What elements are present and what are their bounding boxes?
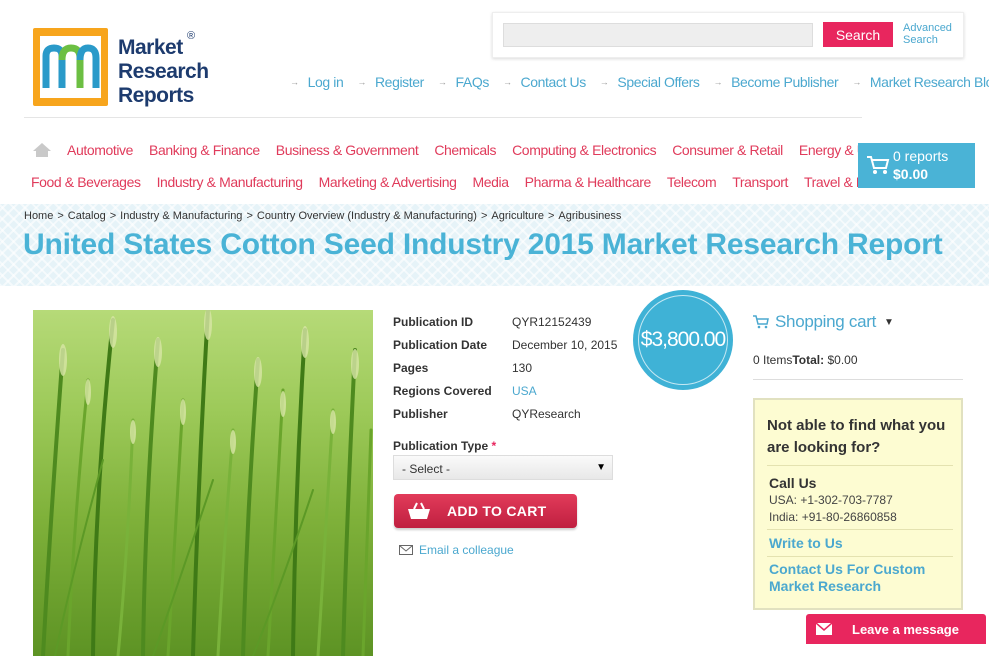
- chevron-right-icon: →: [852, 77, 861, 87]
- site-logo[interactable]: Market Research Reports ®: [33, 28, 213, 108]
- category-business-government[interactable]: Business & Government: [276, 142, 419, 158]
- header-divider: [24, 117, 862, 118]
- shopping-cart-toggle[interactable]: Shopping cart ▼: [753, 312, 894, 332]
- page-title: United States Cotton Seed Industry 2015 …: [23, 228, 943, 261]
- breadcrumb-catalog[interactable]: Catalog: [68, 210, 106, 222]
- mail-icon: [816, 623, 832, 635]
- cart-count: 0 reports: [893, 148, 949, 164]
- search-button[interactable]: Search: [823, 22, 893, 47]
- caret-down-icon: ▼: [596, 462, 606, 473]
- custom-research-link[interactable]: Contact Us For Custom Market Research: [769, 561, 954, 595]
- call-us-heading: Call Us: [769, 475, 817, 491]
- advanced-search-link[interactable]: Advanced Search: [903, 22, 963, 46]
- publication-type-label: Publication Type *: [393, 439, 497, 453]
- category-food-beverages[interactable]: Food & Beverages: [31, 174, 141, 190]
- category-automotive[interactable]: Automotive: [67, 142, 133, 158]
- category-nav-row-2: Food & Beverages Industry & Manufacturin…: [31, 174, 915, 190]
- detail-pages: Pages 130: [393, 360, 533, 375]
- price-badge: $3,800.00: [633, 290, 733, 390]
- blog-link[interactable]: → Market Research Blog: [852, 74, 989, 90]
- help-question: Not able to find what you are looking fo…: [767, 417, 946, 456]
- publication-type-select[interactable]: - Select - ▼: [393, 455, 613, 480]
- sidebar-divider: [753, 379, 963, 380]
- detail-regions: Regions Covered USA: [393, 383, 537, 398]
- category-media[interactable]: Media: [472, 174, 509, 190]
- logo-mark: [33, 28, 108, 106]
- register-link[interactable]: → Register: [357, 74, 424, 90]
- cart-total: $0.00: [893, 166, 929, 182]
- chevron-right-icon: →: [290, 77, 299, 87]
- login-link[interactable]: → Log in: [290, 74, 344, 90]
- category-chemicals[interactable]: Chemicals: [434, 142, 496, 158]
- email-colleague-link[interactable]: Email a colleague: [399, 543, 514, 557]
- category-marketing-advertising[interactable]: Marketing & Advertising: [319, 174, 457, 190]
- mail-icon: [399, 545, 413, 555]
- become-publisher-link[interactable]: → Become Publisher: [713, 74, 838, 90]
- breadcrumb-agriculture[interactable]: Agriculture: [491, 210, 544, 222]
- category-nav-row-1: Automotive Banking & Finance Business & …: [67, 142, 914, 158]
- breadcrumb: Home > Catalog > Industry & Manufacturing > Co…: [24, 210, 622, 222]
- breadcrumb-home[interactable]: Home: [24, 210, 53, 222]
- home-icon[interactable]: [32, 142, 52, 158]
- breadcrumb-agribusiness[interactable]: Agribusiness: [558, 210, 621, 222]
- cart-summary: 0 ItemsTotal: $0.00: [753, 353, 858, 367]
- special-offers-link[interactable]: → Special Offers: [600, 74, 700, 90]
- chevron-right-icon: →: [437, 77, 447, 87]
- chevron-right-icon: →: [502, 77, 512, 87]
- category-computing-electronics[interactable]: Computing & Electronics: [512, 142, 656, 158]
- detail-publication-id: Publication ID QYR12152439: [393, 314, 592, 329]
- contact-us-link[interactable]: → Contact Us: [503, 74, 586, 90]
- category-transport[interactable]: Transport: [732, 174, 788, 190]
- category-industry-manufacturing[interactable]: Industry & Manufacturing: [157, 174, 303, 190]
- add-to-cart-button[interactable]: ADD TO CART: [394, 494, 577, 528]
- logo-registered-mark: ®: [187, 30, 196, 42]
- cart-icon: [867, 156, 890, 174]
- breadcrumb-country-overview[interactable]: Country Overview (Industry & Manufacturi…: [257, 210, 477, 222]
- write-to-us-link[interactable]: Write to Us: [769, 535, 843, 551]
- top-links: → Log in → Register → FAQs → Contact Us → Spe…: [290, 74, 989, 90]
- detail-publisher: Publisher QYResearch: [393, 406, 581, 421]
- grass-field-image: [41, 310, 373, 656]
- region-usa-link[interactable]: USA: [512, 384, 537, 398]
- leave-message-button[interactable]: Leave a message: [806, 614, 986, 644]
- category-consumer-retail[interactable]: Consumer & Retail: [672, 142, 783, 158]
- breadcrumb-industry[interactable]: Industry & Manufacturing: [120, 210, 242, 222]
- cart-icon: [753, 315, 769, 329]
- phone-usa: USA: +1-302-703-7787: [769, 493, 893, 507]
- chevron-right-icon: →: [713, 77, 723, 87]
- phone-india: India: +91-80-26860858: [769, 510, 897, 524]
- help-box: Not able to find what you are looking fo…: [753, 398, 963, 610]
- chevron-right-icon: →: [599, 77, 609, 87]
- logo-text: Market Research Reports: [118, 36, 209, 107]
- caret-down-icon: ▼: [884, 316, 894, 328]
- category-pharma-healthcare[interactable]: Pharma & Healthcare: [525, 174, 652, 190]
- search-input[interactable]: [503, 23, 813, 47]
- detail-publication-date: Publication Date December 10, 2015: [393, 337, 618, 352]
- publication-details: Publication ID QYR12152439 Publication D…: [393, 310, 617, 425]
- search-panel: Search Advanced Search: [492, 12, 964, 58]
- basket-icon: [408, 502, 430, 519]
- product-image: [33, 310, 373, 656]
- logo-m-icon: [42, 44, 100, 88]
- chevron-right-icon: →: [357, 77, 366, 87]
- faqs-link[interactable]: → FAQs: [438, 74, 489, 90]
- category-telecom[interactable]: Telecom: [667, 174, 717, 190]
- header-cart-button[interactable]: 0 reports $0.00: [858, 143, 975, 188]
- category-banking-finance[interactable]: Banking & Finance: [149, 142, 260, 158]
